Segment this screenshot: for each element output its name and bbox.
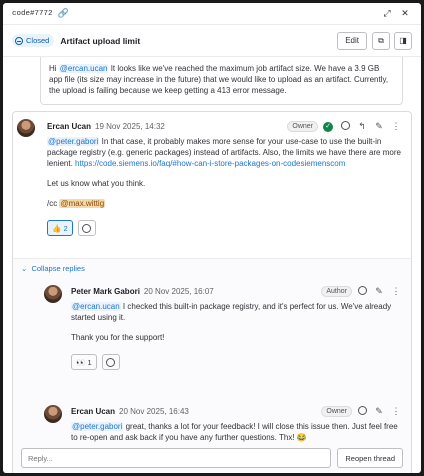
reaction-count: 2 [63,223,68,233]
user-mention[interactable]: @peter.gabori [71,422,124,431]
resolved-check-icon[interactable]: ✓ [321,120,335,132]
note-actions: Author ✎ ⋮ [321,285,403,297]
issue-title: Artifact upload limit [60,35,141,46]
note-author[interactable]: Ercan Ucan [47,122,91,131]
note-actions: Owner ✓ ↰ ✎ ⋮ [287,120,403,132]
note-body: @peter.gabori In that case, it probably … [47,136,403,169]
main-note: Ercan Ucan 19 Nov 2025, 14:32 Owner ✓ ↰ … [13,112,411,236]
emoji-icon[interactable] [338,120,352,132]
emoji-icon[interactable] [355,405,369,417]
reply-form: Reopen thread [21,448,403,468]
note-author[interactable]: Peter Mark Gabori [71,287,140,296]
collapse-replies-button[interactable]: ⌄ Collapse replies [21,264,85,273]
note-text-followup: Thank you for the support! [71,333,165,342]
reply-note: Peter Mark Gabori 20 Nov 2025, 16:07 Aut… [13,283,411,370]
thumbs-up-icon: 👍 [52,223,62,233]
role-badge: Author [321,285,352,297]
note-header: Peter Mark Gabori 20 Nov 2025, 16:07 Aut… [71,283,403,299]
cc-prefix: /cc [47,199,60,208]
user-mention[interactable]: @ercan.ucan [71,302,121,311]
link-icon[interactable]: 🔗 [58,8,69,19]
close-icon[interactable]: ✕ [398,8,412,19]
discussion-thread: Ercan Ucan 19 Nov 2025, 14:32 Owner ✓ ↰ … [12,111,412,473]
replies-section: ⌄ Collapse replies Peter Mark Gabori 20 … [13,258,411,473]
note-author[interactable]: Ercan Ucan [71,407,115,416]
avatar[interactable] [44,405,62,423]
edit-pencil-icon[interactable]: ✎ [372,286,386,297]
drawer-topbar: code#7772 🔗 ⤢ ✕ [3,3,421,25]
eyes-icon: 👀 [76,357,86,367]
user-mention[interactable]: @ercan.ucan [58,64,109,73]
edit-pencil-icon[interactable]: ✎ [372,121,386,132]
note-date[interactable]: 19 Nov 2025, 14:32 [95,122,165,131]
thumbs-up-reaction[interactable]: 👍 2 [47,220,73,236]
more-actions-icon[interactable]: ⋮ [389,121,403,132]
reply-input[interactable] [21,448,332,468]
external-link-icon[interactable]: ⧉ [372,31,390,50]
role-badge: Owner [321,405,352,417]
user-mention[interactable]: @peter.gabori [47,137,100,146]
more-actions-icon[interactable]: ⋮ [389,406,403,417]
status-badge: Closed [12,34,55,47]
issue-reference[interactable]: code#7772 [12,10,53,18]
role-badge: Owner [287,120,318,132]
reaction-count: 1 [87,357,92,367]
more-actions-icon[interactable]: ⋮ [389,286,403,297]
reply-note: Ercan Ucan 20 Nov 2025, 16:43 Owner ✎ ⋮ … [13,403,411,443]
previous-comment-body: Hi @ercan.ucan It looks like we've reach… [40,57,403,105]
reply-icon[interactable]: ↰ [355,121,369,132]
add-reaction-button[interactable] [101,354,120,370]
sidebar-toggle-icon[interactable]: ◨ [394,31,412,50]
note-header: Ercan Ucan 20 Nov 2025, 16:43 Owner ✎ ⋮ [71,403,403,419]
add-reaction-button[interactable] [77,220,96,236]
collapse-replies-label: Collapse replies [31,264,85,273]
smiley-icon [106,357,116,367]
expand-icon[interactable]: ⤢ [380,8,394,19]
issue-header: Closed Artifact upload limit Edit ⧉ ◨ [3,25,421,57]
emoji-icon[interactable] [355,285,369,297]
chevron-down-icon: ⌄ [21,264,28,273]
note-cc-line: /cc @max.wittig [47,198,403,209]
closed-icon [15,36,23,45]
discussion-scroll-area[interactable]: Hi @ercan.ucan It looks like we've reach… [3,57,421,473]
note-actions: Owner ✎ ⋮ [321,405,403,417]
note-body: @ercan.ucan I checked this built-in pack… [71,301,403,323]
eyes-reaction[interactable]: 👀 1 [71,354,97,370]
issue-drawer: code#7772 🔗 ⤢ ✕ Closed Artifact upload l… [3,3,421,473]
note-date[interactable]: 20 Nov 2025, 16:43 [119,407,189,416]
note-text-followup: Let us know what you think. [47,179,146,188]
avatar[interactable] [44,285,62,303]
note-date[interactable]: 20 Nov 2025, 16:07 [144,287,214,296]
edit-button[interactable]: Edit [337,31,367,50]
user-mention[interactable]: @max.wittig [59,199,106,208]
edit-pencil-icon[interactable]: ✎ [372,406,386,417]
note-body: @peter.gabori great, thanks a lot for yo… [71,421,403,443]
note-header: Ercan Ucan 19 Nov 2025, 14:32 Owner ✓ ↰ … [47,118,403,134]
avatar[interactable] [17,119,35,137]
reopen-thread-button[interactable]: Reopen thread [337,448,403,468]
reactions-row: 👀 1 [71,354,403,370]
reactions-row: 👍 2 [47,220,403,236]
comment-text-start: Hi [49,64,59,73]
status-label: Closed [26,36,50,45]
faq-link[interactable]: https://code.siemens.io/faq/#how-can-i-s… [75,159,345,168]
smiley-icon [82,223,92,233]
